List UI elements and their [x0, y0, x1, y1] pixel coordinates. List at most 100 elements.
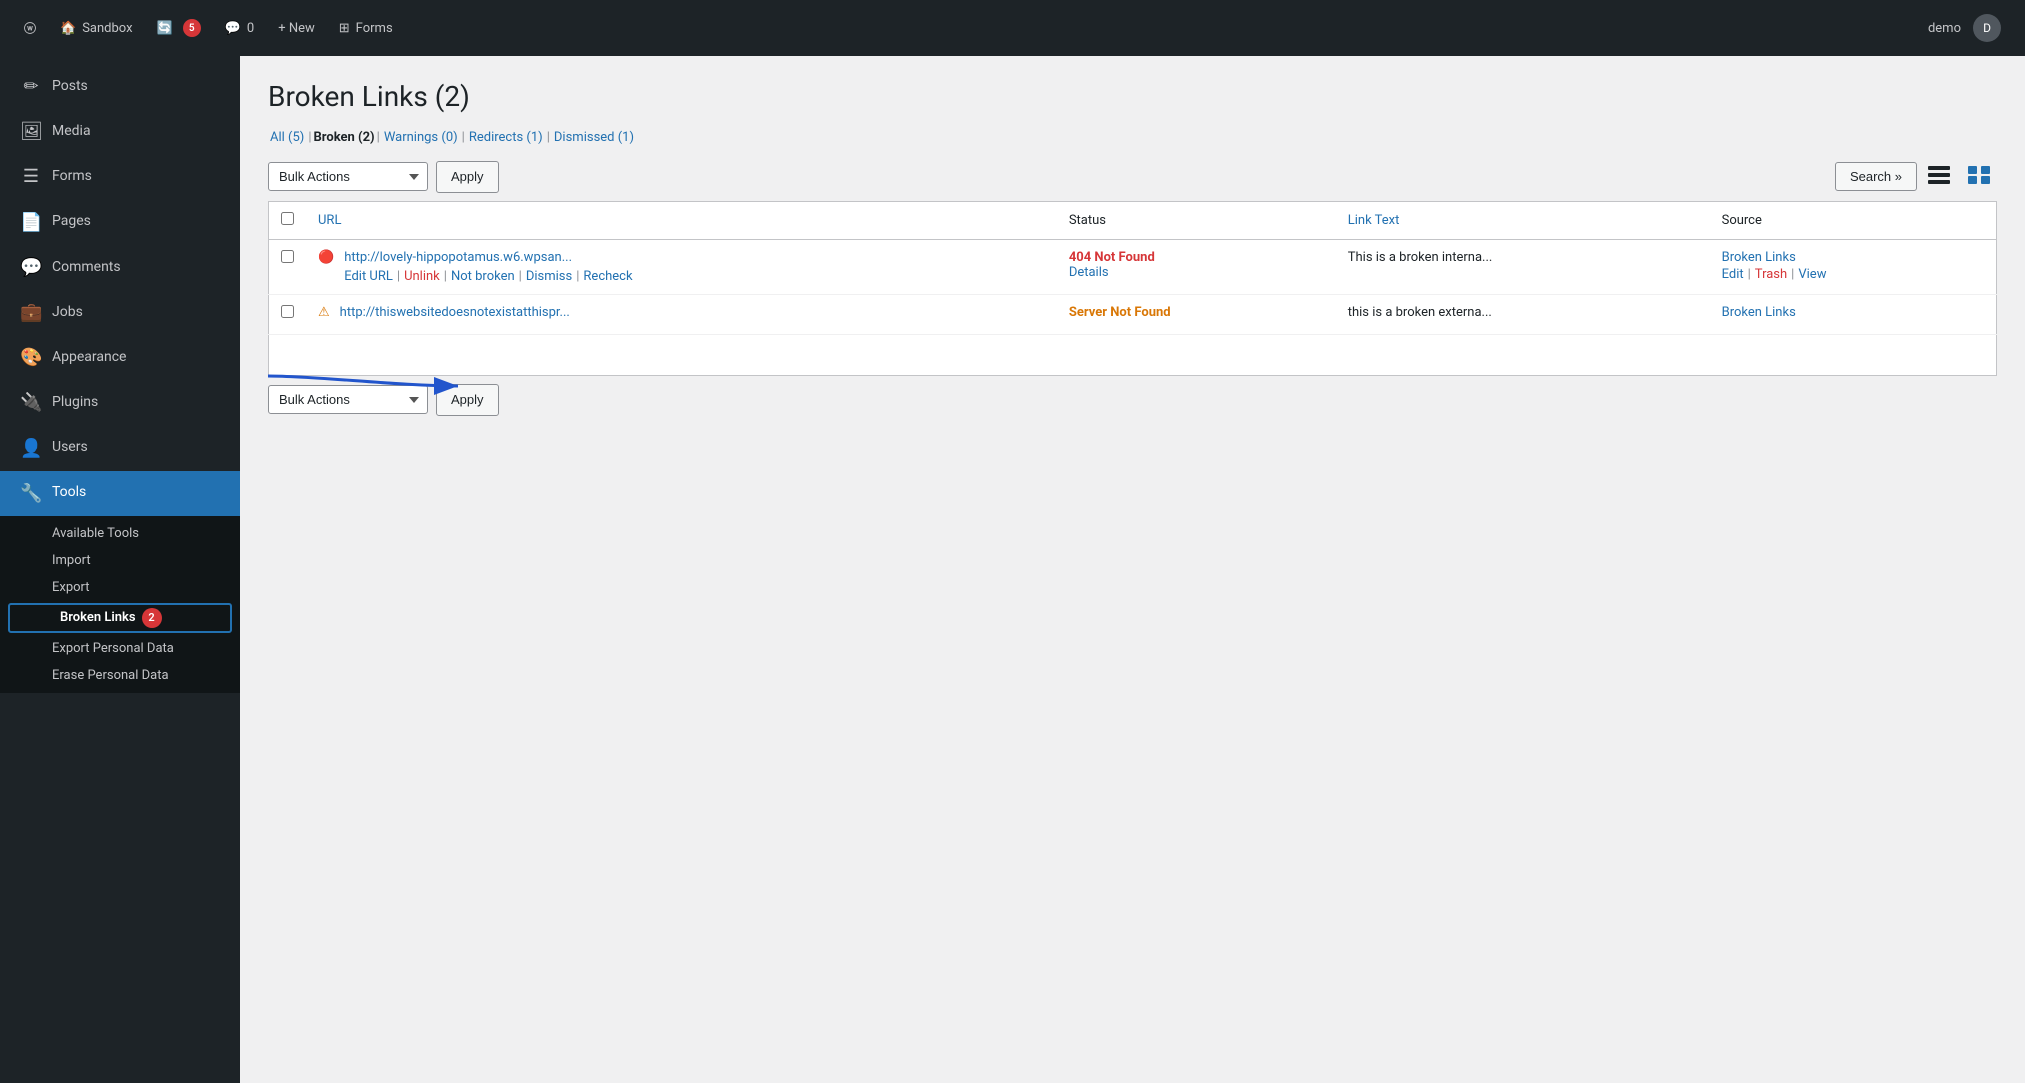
sidebar-item-available-tools[interactable]: Available Tools — [0, 520, 240, 547]
sidebar-item-broken-links[interactable]: Broken Links 2 — [8, 603, 232, 633]
select-all-checkbox[interactable] — [281, 212, 294, 225]
avatar: D — [1973, 14, 2001, 42]
toolbar-right: Search » — [1835, 161, 1997, 192]
row1-actions: Edit URL | Unlink | Not broken | Dismiss… — [344, 269, 632, 284]
filter-warnings[interactable]: Warnings (0) — [384, 130, 458, 145]
bottom-toolbar-left: Bulk Actions Apply — [268, 384, 499, 416]
tools-icon: 🔧 — [20, 481, 42, 506]
admin-bar-right: demo D — [1916, 14, 2013, 42]
tools-submenu: Available Tools Import Export Broken Lin… — [0, 516, 240, 693]
row1-source-link[interactable]: Broken Links — [1722, 250, 1796, 265]
list-view-button[interactable] — [1921, 161, 1957, 192]
row1-source-cell: Broken Links Edit | Trash | View — [1710, 239, 1997, 294]
broken-links-badge: 2 — [142, 608, 162, 628]
row1-source-trash[interactable]: Trash — [1755, 267, 1787, 282]
sidebar-item-users[interactable]: 👤 Users — [0, 426, 240, 471]
sidebar-item-appearance[interactable]: 🎨 Appearance — [0, 335, 240, 380]
filter-bar: All (5) | Broken (2) | Warnings (0) | Re… — [268, 130, 1997, 145]
row1-status: 404 Not Found — [1069, 250, 1155, 265]
admin-bar-sandbox[interactable]: 🏠 Sandbox — [48, 0, 145, 56]
table-header-checkbox — [269, 201, 307, 239]
media-icon: 🖼 — [20, 119, 42, 144]
row1-linktext-cell: This is a broken interna... — [1336, 239, 1710, 294]
users-icon: 👤 — [20, 436, 42, 461]
row1-dismiss[interactable]: Dismiss — [526, 269, 572, 284]
row2-url-link[interactable]: http://thiswebsitedoesnotexistatthispr..… — [340, 305, 570, 320]
forms-icon-bar: ⊞ — [339, 21, 350, 36]
row2-linktext-cell: this is a broken externa... — [1336, 294, 1710, 334]
home-icon: 🏠 — [60, 21, 76, 36]
admin-bar-comments[interactable]: 💬 0 — [213, 0, 267, 56]
updates-icon: 🔄 — [157, 21, 173, 36]
row1-url-link[interactable]: http://lovely-hippopotamus.w6.wpsan... — [344, 250, 632, 265]
row1-checkbox[interactable] — [281, 250, 294, 263]
sidebar-item-export-personal[interactable]: Export Personal Data — [0, 635, 240, 662]
plugins-icon: 🔌 — [20, 390, 42, 415]
search-button[interactable]: Search » — [1835, 162, 1917, 191]
row2-status: Server Not Found — [1069, 305, 1171, 320]
admin-bar-new[interactable]: + New — [266, 0, 327, 56]
row2-warning-icon: ⚠ — [318, 305, 330, 320]
row1-checkbox-cell — [269, 239, 307, 294]
posts-icon: ✏ — [20, 74, 42, 99]
sidebar-item-plugins[interactable]: 🔌 Plugins — [0, 380, 240, 425]
row1-unlink[interactable]: Unlink — [404, 269, 440, 284]
row1-error-icon: 🔴 — [318, 250, 334, 265]
row1-source-edit[interactable]: Edit — [1722, 267, 1744, 282]
row1-edit-url[interactable]: Edit URL — [344, 269, 393, 284]
filter-dismissed[interactable]: Dismissed (1) — [554, 130, 634, 145]
table-row: ⚠ http://thiswebsitedoesnotexistatthispr… — [269, 294, 1997, 334]
row1-recheck[interactable]: Recheck — [583, 269, 632, 284]
sidebar-item-pages[interactable]: 📄 Pages — [0, 200, 240, 245]
row2-checkbox[interactable] — [281, 305, 294, 318]
row2-checkbox-cell — [269, 294, 307, 334]
row1-details[interactable]: Details — [1069, 265, 1109, 280]
table-row: 🔴 http://lovely-hippopotamus.w6.wpsan...… — [269, 239, 1997, 294]
sidebar: ✏ Posts 🖼 Media ☰ Forms 📄 Pages 💬 Commen… — [0, 56, 240, 1083]
table-header-status: Status — [1057, 201, 1336, 239]
table-header-url[interactable]: URL — [306, 201, 1057, 239]
table-header-linktext[interactable]: Link Text — [1336, 201, 1710, 239]
sidebar-item-media[interactable]: 🖼 Media — [0, 109, 240, 154]
svg-text:W: W — [27, 24, 33, 32]
forms-icon: ☰ — [20, 164, 42, 189]
appearance-icon: 🎨 — [20, 345, 42, 370]
sidebar-item-comments[interactable]: 💬 Comments — [0, 245, 240, 290]
row2-source-link[interactable]: Broken Links — [1722, 305, 1796, 320]
top-toolbar: Bulk Actions Apply Search » — [268, 161, 1997, 193]
row2-status-cell: Server Not Found — [1057, 294, 1336, 334]
sidebar-item-import[interactable]: Import — [0, 547, 240, 574]
wp-logo[interactable]: W — [12, 10, 48, 46]
sidebar-item-tools[interactable]: 🔧 Tools — [0, 471, 240, 516]
admin-bar-updates[interactable]: 🔄 5 — [145, 0, 213, 56]
filter-all[interactable]: All (5) — [270, 130, 304, 145]
apply-button-bottom[interactable]: Apply — [436, 384, 499, 416]
layout: ✏ Posts 🖼 Media ☰ Forms 📄 Pages 💬 Commen… — [0, 56, 2025, 1083]
sidebar-item-forms[interactable]: ☰ Forms — [0, 154, 240, 199]
sidebar-item-erase-personal[interactable]: Erase Personal Data — [0, 662, 240, 689]
admin-bar-forms[interactable]: ⊞ Forms — [327, 0, 405, 56]
table-header-source: Source — [1710, 201, 1997, 239]
sidebar-item-posts[interactable]: ✏ Posts — [0, 64, 240, 109]
toolbar-left: Bulk Actions Apply — [268, 161, 499, 193]
table-container: URL Status Link Text Source — [268, 201, 1997, 376]
pages-icon: 📄 — [20, 210, 42, 235]
row1-source-view[interactable]: View — [1798, 267, 1826, 282]
bulk-actions-select-top[interactable]: Bulk Actions — [268, 162, 428, 191]
jobs-icon: 💼 — [20, 300, 42, 325]
row2-source-cell: Broken Links — [1710, 294, 1997, 334]
page-title: Broken Links (2) — [268, 80, 1997, 114]
admin-bar-user[interactable]: demo D — [1916, 14, 2013, 42]
table-spacer-row — [269, 334, 1997, 375]
comments-nav-icon: 💬 — [20, 255, 42, 280]
row1-not-broken[interactable]: Not broken — [451, 269, 515, 284]
bulk-actions-select-bottom[interactable]: Bulk Actions — [268, 385, 428, 414]
admin-bar: W 🏠 Sandbox 🔄 5 💬 0 + New ⊞ Forms demo D — [0, 0, 2025, 56]
bottom-toolbar: Bulk Actions Apply — [268, 384, 1997, 416]
grid-view-button[interactable] — [1961, 161, 1997, 192]
sidebar-item-jobs[interactable]: 💼 Jobs — [0, 290, 240, 335]
row1-source-actions: Edit | Trash | View — [1722, 267, 1984, 282]
apply-button-top[interactable]: Apply — [436, 161, 499, 193]
filter-redirects[interactable]: Redirects (1) — [469, 130, 543, 145]
sidebar-item-export[interactable]: Export — [0, 574, 240, 601]
